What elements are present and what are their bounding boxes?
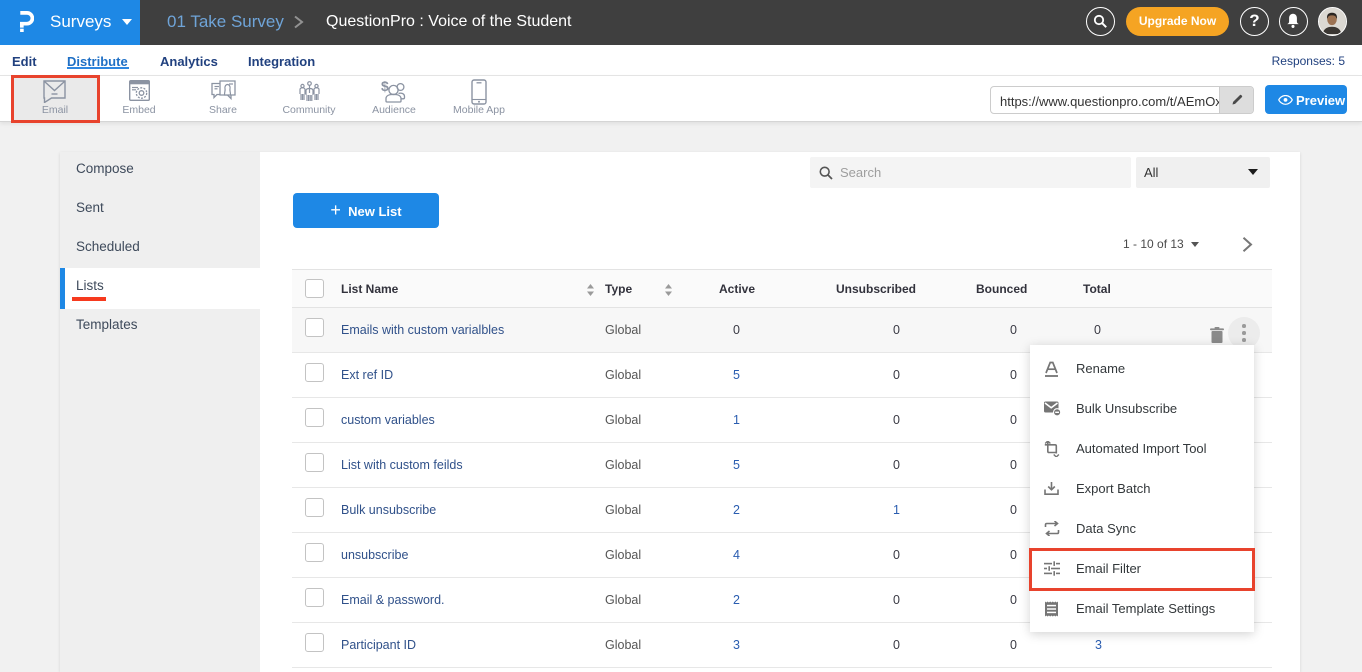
svg-text:$: $ <box>381 79 389 94</box>
